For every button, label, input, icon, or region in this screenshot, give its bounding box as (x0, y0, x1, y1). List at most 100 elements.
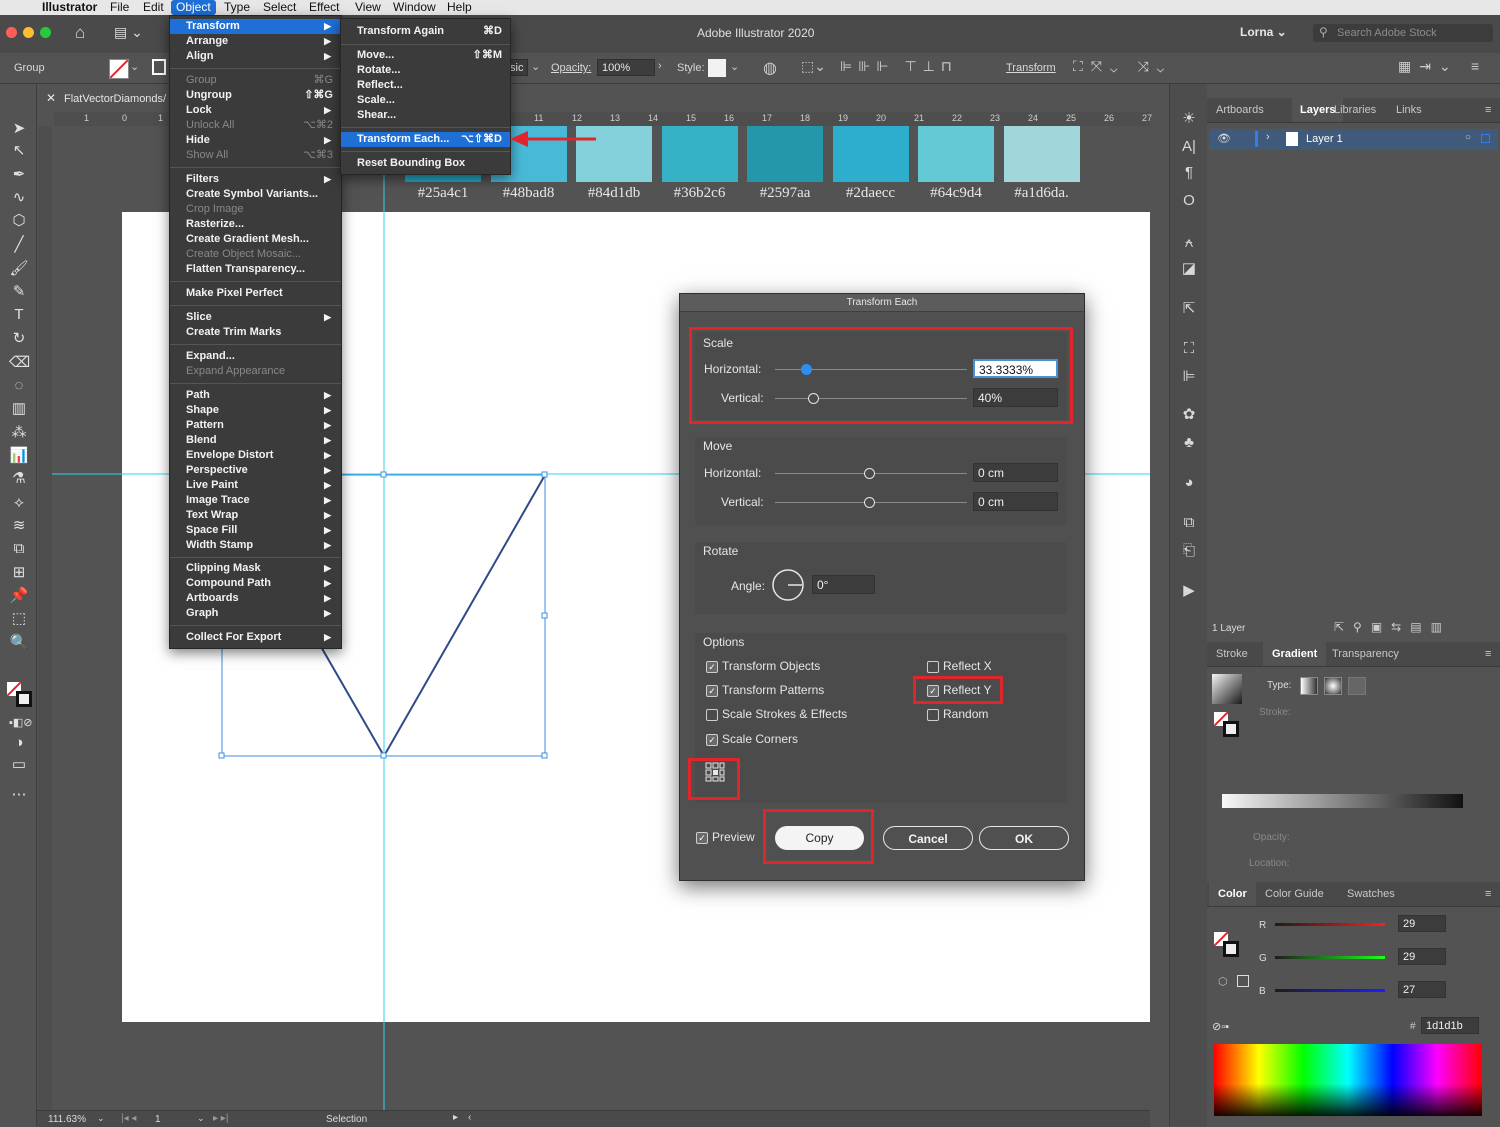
color-spectrum[interactable] (1214, 1044, 1482, 1116)
layer-name[interactable]: Layer 1 (1306, 133, 1343, 145)
transform-patterns-label[interactable]: Transform Patterns (722, 683, 824, 697)
graphic-styles-icon[interactable]: ◪ (1180, 260, 1198, 278)
character-icon[interactable]: A| (1180, 138, 1198, 156)
scale-corners-label[interactable]: Scale Corners (722, 732, 798, 746)
visibility-eye-icon[interactable]: 👁 (1217, 132, 1231, 145)
menu-item-clipping-mask[interactable]: Clipping Mask ▶ (170, 561, 341, 576)
menu-item-hide[interactable]: Hide ▶ (170, 133, 341, 148)
transform-patterns-checkbox[interactable]: ✓ (706, 685, 718, 697)
expand-layer-icon[interactable]: › (1266, 131, 1270, 143)
menu-item-scale[interactable]: Scale... (341, 93, 510, 108)
menu-item-slice[interactable]: Slice ▶ (170, 310, 341, 325)
tab-libraries[interactable]: Libraries (1334, 98, 1376, 122)
r-input[interactable]: 29 (1398, 915, 1446, 932)
tab-color-guide[interactable]: Color Guide (1265, 882, 1324, 906)
menu-item-live-paint[interactable]: Live Paint ▶ (170, 478, 341, 493)
menu-item-lock[interactable]: Lock ▶ (170, 103, 341, 118)
menu-item-reflect[interactable]: Reflect... (341, 78, 510, 93)
menu-item-create-symbol-variants[interactable]: Create Symbol Variants... (170, 187, 341, 202)
web-safe-icon[interactable] (1237, 975, 1249, 987)
gradient-stroke-indicator[interactable] (1223, 721, 1239, 737)
g-slider[interactable] (1275, 956, 1385, 959)
menu-item-expand[interactable]: Expand... (170, 349, 341, 364)
brushes-icon[interactable]: ✿ (1180, 406, 1198, 424)
none-white-black-swatches[interactable]: ⊘▫▪ (1212, 1020, 1229, 1033)
angle-dial-icon[interactable] (771, 568, 805, 602)
paragraph-icon[interactable]: ¶ (1180, 164, 1198, 182)
panel-menu-icon[interactable]: ≡ (1485, 642, 1491, 666)
move-vertical-input[interactable]: 0 cm (973, 492, 1058, 511)
artboard-number[interactable]: 1 (155, 1114, 161, 1125)
layer-actions-icons[interactable]: ⇱⚲▣⇆▤▥ (1334, 620, 1451, 634)
menu-item-align[interactable]: Align ▶ (170, 49, 341, 64)
tab-color[interactable]: Color (1209, 882, 1256, 906)
target-circle-icon[interactable]: ○ (1465, 132, 1471, 143)
preview-checkbox[interactable]: ✓ (696, 832, 708, 844)
color-stroke-indicator[interactable] (1223, 941, 1239, 957)
menu-item-graph[interactable]: Graph ▶ (170, 606, 341, 621)
radial-gradient-icon[interactable] (1324, 677, 1342, 695)
first-artboard-icon[interactable]: |◂ ◂ (121, 1113, 136, 1124)
transform-panel-icon[interactable]: ⛶ (1180, 340, 1198, 358)
menu-item-create-trim-marks[interactable]: Create Trim Marks (170, 325, 341, 340)
menu-item-reset-bounding-box[interactable]: Reset Bounding Box (341, 156, 510, 171)
panel-menu-icon[interactable]: ≡ (1471, 58, 1479, 74)
scale-strokes-label[interactable]: Scale Strokes & Effects (722, 707, 847, 721)
ok-button[interactable]: OK (979, 826, 1069, 850)
menu-item-artboards[interactable]: Artboards ▶ (170, 591, 341, 606)
pathfinder-icon[interactable]: ⧉ (1180, 514, 1198, 532)
search-stock-input[interactable]: ⚲ Search Adobe Stock (1313, 24, 1493, 42)
scale-strokes-checkbox[interactable] (706, 709, 718, 721)
b-slider[interactable] (1275, 989, 1385, 992)
menu-item-path[interactable]: Path ▶ (170, 388, 341, 403)
menu-item-move[interactable]: Move... ⇧⌘M (341, 48, 510, 63)
b-input[interactable]: 27 (1398, 981, 1446, 998)
menu-item-flatten-transparency[interactable]: Flatten Transparency... (170, 262, 341, 277)
align-panel-icon[interactable]: ⊫ (1180, 368, 1198, 386)
menu-item-text-wrap[interactable]: Text Wrap ▶ (170, 508, 341, 523)
next-artboard-icon[interactable]: ▸ ▸| (213, 1113, 228, 1124)
transform-objects-checkbox[interactable]: ✓ (706, 661, 718, 673)
panel-menu-icon[interactable]: ≡ (1485, 882, 1491, 906)
menu-item-compound-path[interactable]: Compound Path ▶ (170, 576, 341, 591)
zoom-dropdown-icon[interactable]: ⌄ (97, 1113, 105, 1124)
tab-stroke[interactable]: Stroke (1216, 642, 1248, 666)
menu-item-blend[interactable]: Blend ▶ (170, 433, 341, 448)
out-of-gamut-icon[interactable]: ⬡ (1218, 975, 1228, 988)
selection-indicator[interactable] (1481, 134, 1490, 143)
gradient-preview[interactable] (1212, 674, 1242, 704)
artboards-panel-icon[interactable]: ⎗ (1180, 542, 1198, 560)
tab-swatches[interactable]: Swatches (1347, 882, 1395, 906)
menu-item-ungroup[interactable]: Ungroup ⇧⌘G (170, 88, 341, 103)
symbols-icon[interactable]: ♣ (1180, 434, 1198, 452)
menu-item-envelope-distort[interactable]: Envelope Distort ▶ (170, 448, 341, 463)
menu-item-transform[interactable]: Transform ▶ (170, 19, 341, 34)
scroll-left-icon[interactable]: ‹ (468, 1112, 471, 1123)
transform-objects-label[interactable]: Transform Objects (722, 659, 820, 673)
menu-item-shape[interactable]: Shape ▶ (170, 403, 341, 418)
actions-play-icon[interactable]: ▶ (1180, 582, 1198, 600)
g-input[interactable]: 29 (1398, 948, 1446, 965)
random-checkbox[interactable] (927, 709, 939, 721)
move-horizontal-input[interactable]: 0 cm (973, 463, 1058, 482)
export-icon[interactable]: ⇱ (1180, 300, 1198, 318)
tab-transparency[interactable]: Transparency (1332, 642, 1399, 666)
menu-item-transform-each[interactable]: Transform Each... ⌥⇧⌘D (341, 132, 510, 147)
menu-item-filters[interactable]: Filters ▶ (170, 172, 341, 187)
arrange-icons[interactable]: ▦⇥⌄ (1398, 58, 1459, 75)
menu-item-arrange[interactable]: Arrange ▶ (170, 34, 341, 49)
menu-item-perspective[interactable]: Perspective ▶ (170, 463, 341, 478)
angle-input[interactable]: 0° (812, 575, 875, 594)
menu-item-space-fill[interactable]: Space Fill ▶ (170, 523, 341, 538)
color-wheel-icon[interactable]: ◕ (1180, 474, 1198, 492)
menu-item-pattern[interactable]: Pattern ▶ (170, 418, 341, 433)
tab-artboards[interactable]: Artboards (1216, 98, 1264, 122)
scale-corners-checkbox[interactable]: ✓ (706, 734, 718, 746)
cancel-button[interactable]: Cancel (883, 826, 973, 850)
freeform-gradient-icon[interactable] (1348, 677, 1366, 695)
menu-item-image-trace[interactable]: Image Trace ▶ (170, 493, 341, 508)
zoom-level[interactable]: 111.63% (48, 1114, 86, 1125)
gradient-slider[interactable] (1222, 794, 1463, 808)
tab-gradient[interactable]: Gradient (1263, 642, 1327, 666)
hex-input[interactable]: 1d1d1b (1421, 1017, 1479, 1034)
